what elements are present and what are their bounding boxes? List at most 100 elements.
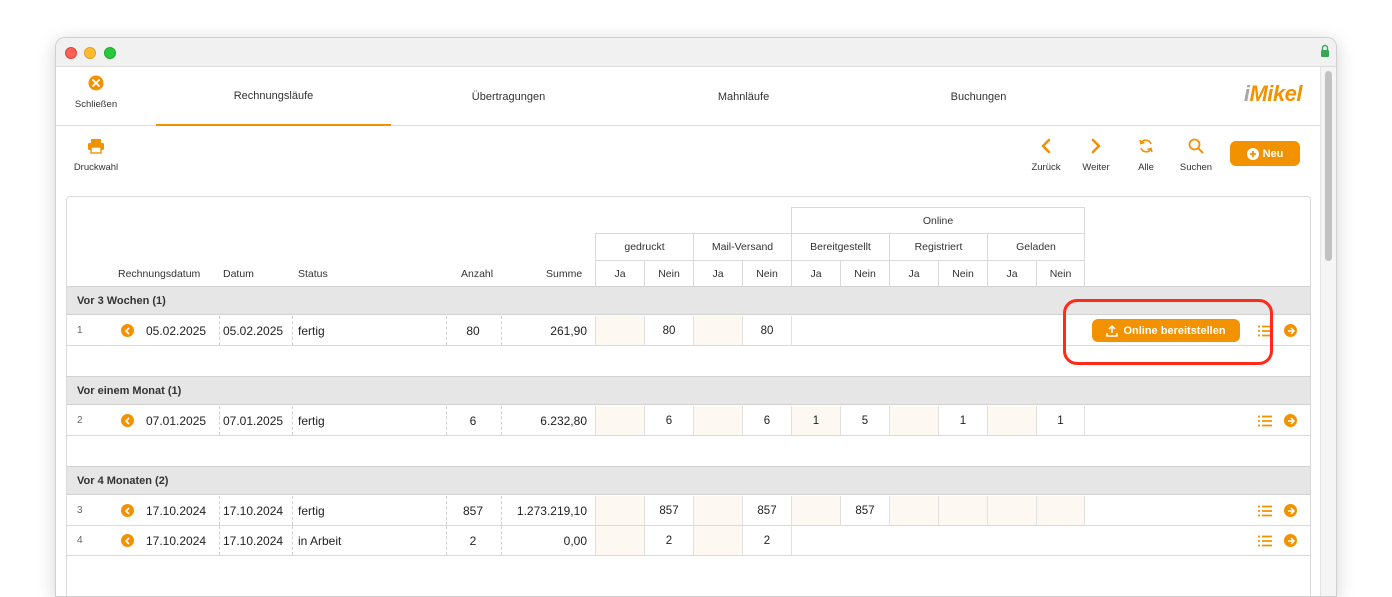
toolbar: Druckwahl Zurück Weiter Alle Suchen Neu	[56, 126, 1320, 196]
search-label: Suchen	[1179, 162, 1213, 173]
header-bereit-ja: Ja	[791, 260, 840, 286]
search-icon	[1188, 138, 1204, 154]
close-window-button[interactable]	[65, 47, 77, 59]
arrow-right-circle-icon[interactable]	[1284, 316, 1297, 345]
bereit-nein: 857	[840, 496, 889, 525]
header-mail-ja: Ja	[693, 260, 742, 286]
new-label: Neu	[1262, 147, 1284, 160]
imikel-logo: iMikel	[1243, 81, 1303, 106]
row-number: 4	[77, 535, 83, 546]
datum: 07.01.2025	[223, 413, 284, 428]
print-button[interactable]: Druckwahl	[70, 138, 122, 173]
next-button[interactable]: Weiter	[1076, 138, 1116, 173]
anzahl: 2	[469, 533, 477, 548]
gedruckt-nein: 6	[644, 406, 693, 435]
row-number: 3	[77, 505, 83, 516]
all-button[interactable]: Alle	[1126, 138, 1166, 173]
status: fertig	[298, 503, 325, 518]
anzahl: 80	[466, 323, 480, 338]
all-label: Alle	[1138, 162, 1154, 173]
mail-nein: 80	[742, 316, 791, 345]
scrollbar[interactable]	[1320, 67, 1336, 596]
reg-nein: 1	[938, 406, 987, 435]
list-icon[interactable]	[1258, 496, 1272, 525]
back-button[interactable]: Zurück	[1026, 138, 1066, 173]
header-reg-ja: Ja	[889, 260, 938, 286]
refresh-icon	[1139, 139, 1153, 153]
tab-mahnlaeufe[interactable]: Mahnläufe	[626, 67, 861, 126]
gedruckt-ja	[595, 406, 644, 435]
row-back-icon[interactable]	[121, 496, 134, 525]
bereit-nein: 5	[840, 406, 889, 435]
tab-buchungen[interactable]: Buchungen	[861, 67, 1096, 126]
datum: 17.10.2024	[223, 503, 284, 518]
gel-nein: 1	[1036, 406, 1085, 435]
mail-nein: 6	[742, 406, 791, 435]
summe: 261,90	[550, 323, 587, 338]
status: in Arbeit	[298, 533, 342, 548]
group-header[interactable]: Vor 4 Monaten (2)	[67, 466, 1310, 495]
close-button[interactable]: Schließen	[68, 75, 124, 110]
header-bereit-nein: Nein	[840, 260, 889, 286]
arrow-right-circle-icon[interactable]	[1284, 526, 1297, 555]
header-bereitgestellt: Bereitgestellt	[791, 233, 889, 260]
header-summe[interactable]: Summe	[546, 268, 582, 280]
row-back-icon[interactable]	[121, 526, 134, 555]
header-geladen: Geladen	[987, 233, 1085, 260]
header-anzahl[interactable]: Anzahl	[461, 268, 493, 280]
highlight-annotation	[1063, 299, 1273, 365]
new-button[interactable]: Neu	[1230, 141, 1300, 166]
gedruckt-ja	[595, 316, 644, 345]
zoom-window-button[interactable]	[104, 47, 116, 59]
gedruckt-ja	[595, 496, 644, 525]
table-row[interactable]: 3 17.10.2024 17.10.2024 fertig 857 1.273…	[67, 496, 1310, 526]
tab-uebertragungen[interactable]: Übertragungen	[391, 67, 626, 126]
lock-icon	[1321, 44, 1329, 57]
scroll-thumb[interactable]	[1325, 71, 1332, 261]
header-datum[interactable]: Datum	[223, 268, 254, 280]
back-label: Zurück	[1031, 162, 1061, 173]
search-button[interactable]: Suchen	[1174, 138, 1218, 173]
table-row[interactable]: 4 17.10.2024 17.10.2024 in Arbeit 2 0,00…	[67, 526, 1310, 556]
header-rechnungsdatum[interactable]: Rechnungsdatum	[118, 268, 200, 280]
arrow-right-circle-icon[interactable]	[1284, 496, 1297, 525]
table-row[interactable]: 2 07.01.2025 07.01.2025 fertig 6 6.232,8…	[67, 406, 1310, 436]
reg-ja	[889, 406, 938, 435]
tab-rechnungslaeufe[interactable]: Rechnungsläufe	[156, 67, 391, 126]
minimize-window-button[interactable]	[84, 47, 96, 59]
header-online: Online	[791, 207, 1085, 233]
mail-ja	[693, 406, 742, 435]
gedruckt-nein: 80	[644, 316, 693, 345]
row-back-icon[interactable]	[121, 406, 134, 435]
header-status[interactable]: Status	[298, 268, 328, 280]
gel-ja	[987, 496, 1036, 525]
plus-circle-icon	[1246, 147, 1259, 160]
row-number: 1	[77, 325, 83, 336]
bereit-ja	[791, 496, 840, 525]
mail-ja	[693, 496, 742, 525]
gedruckt-ja	[595, 526, 644, 555]
rechnungsdatum: 17.10.2024	[146, 503, 207, 518]
arrow-right-circle-icon[interactable]	[1284, 406, 1297, 435]
reg-nein	[938, 496, 987, 525]
summe: 0,00	[563, 533, 587, 548]
bereit-ja: 1	[791, 406, 840, 435]
header-mail-versand: Mail-Versand	[693, 233, 791, 260]
close-label: Schließen	[74, 99, 118, 110]
row-back-icon[interactable]	[121, 316, 134, 345]
gedruckt-nein: 2	[644, 526, 693, 555]
header-mail-nein: Nein	[742, 260, 791, 286]
group-header[interactable]: Vor einem Monat (1)	[67, 376, 1310, 405]
header-gedruckt-nein: Nein	[644, 260, 693, 286]
list-icon[interactable]	[1258, 526, 1272, 555]
rechnungsdatum: 05.02.2025	[146, 323, 207, 338]
mail-nein: 2	[742, 526, 791, 555]
row-number: 2	[77, 415, 83, 426]
printer-icon	[88, 139, 104, 154]
list-icon[interactable]	[1258, 406, 1272, 435]
invoice-runs-table: Online gedruckt Mail-Versand Bereitgeste…	[66, 196, 1311, 596]
title-bar	[56, 38, 1336, 67]
next-label: Weiter	[1082, 162, 1110, 173]
mail-nein: 857	[742, 496, 791, 525]
summe: 6.232,80	[540, 413, 587, 428]
